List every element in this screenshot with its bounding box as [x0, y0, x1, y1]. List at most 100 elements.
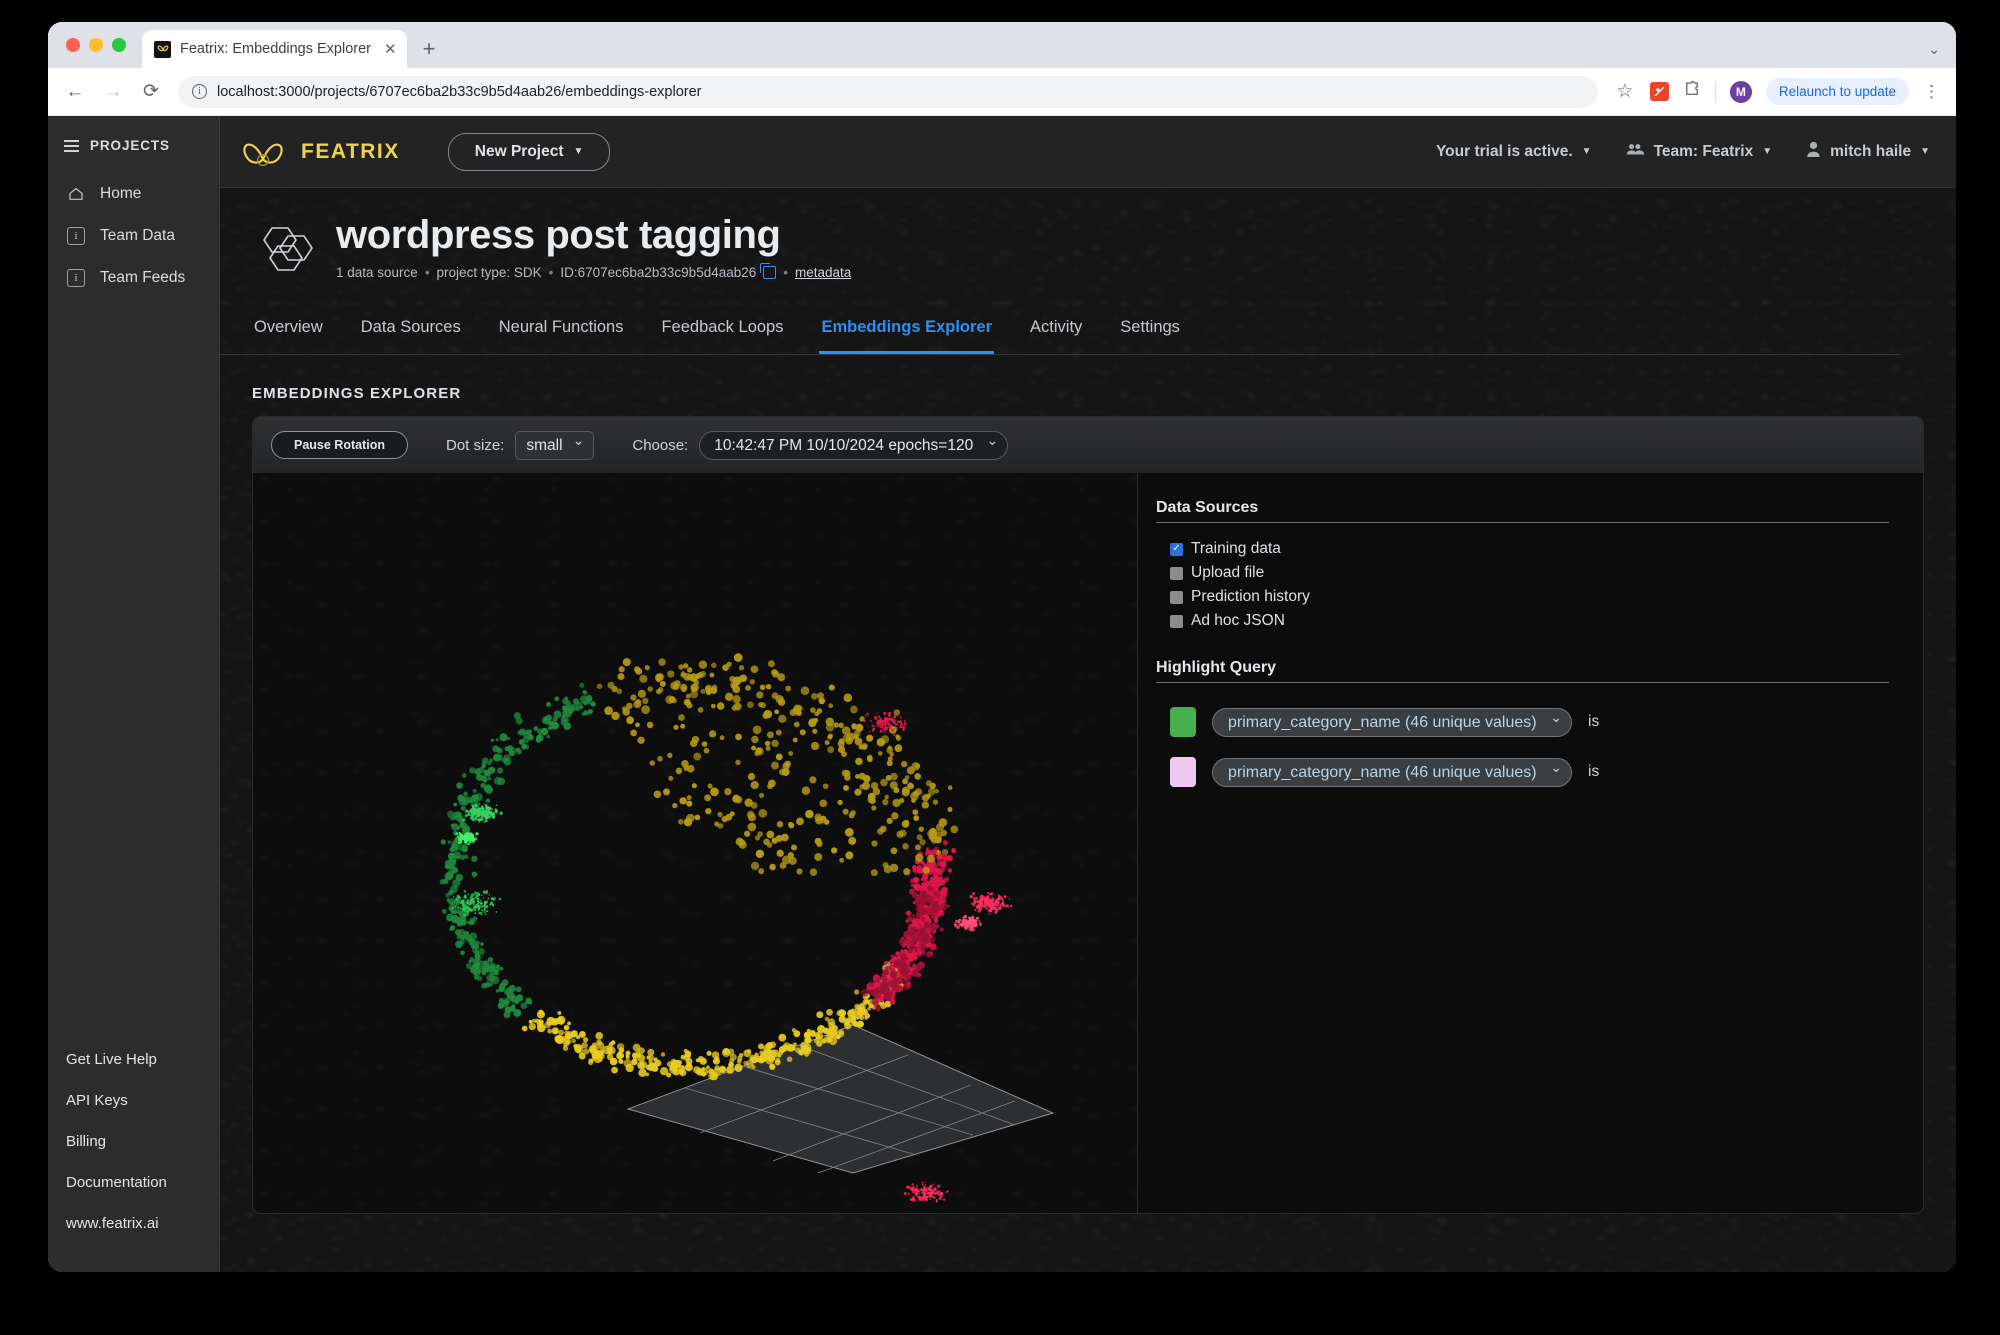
color-swatch-pink[interactable] — [1170, 757, 1196, 787]
project-header: wordpress post tagging 1 data source • p… — [220, 188, 1956, 284]
featrix-logo[interactable]: FEATRIX — [236, 132, 400, 172]
chevron-down-icon: ▼ — [1920, 146, 1930, 157]
checkbox-row-ad-hoc-json[interactable]: Ad hoc JSON — [1156, 609, 1889, 633]
address-bar-url: localhost:3000/projects/6707ec6ba2b33c9b… — [217, 83, 702, 100]
sidebar-link-billing[interactable]: Billing — [48, 1121, 219, 1162]
close-window-button[interactable] — [66, 38, 80, 52]
sidebar-link-api-keys[interactable]: API Keys — [48, 1080, 219, 1121]
separator: • — [548, 265, 554, 280]
profile-avatar[interactable]: M — [1729, 80, 1752, 103]
project-id: ID:6707ec6ba2b33c9b5d4aab26 — [560, 265, 757, 280]
user-name-label: mitch haile — [1830, 142, 1912, 160]
window-traffic-lights[interactable] — [62, 22, 134, 68]
reload-button[interactable]: ⟳ — [140, 80, 162, 103]
page-title: wordpress post tagging — [336, 213, 781, 257]
sidebar-link-get-live-help[interactable]: Get Live Help — [48, 1039, 219, 1080]
sidebar-item-label: Team Data — [100, 227, 175, 244]
minimize-window-button[interactable] — [89, 38, 103, 52]
project-hexagon-icon — [252, 218, 318, 284]
highlight-field-select-2[interactable]: primary_category_name (46 unique values) — [1212, 757, 1572, 787]
metadata-link[interactable]: metadata — [795, 265, 851, 280]
extension-icon[interactable] — [1649, 82, 1669, 101]
main-content: FEATRIX New Project ▼ Your trial is acti… — [220, 116, 1956, 1272]
separator: • — [783, 265, 788, 280]
checkbox-icon[interactable] — [1170, 566, 1183, 580]
sidebar-link-documentation[interactable]: Documentation — [48, 1162, 219, 1203]
team-icon — [1626, 142, 1645, 161]
copy-icon[interactable] — [760, 263, 777, 279]
embeddings-explorer-panel: Pause Rotation Dot size: small Choose: 1 — [252, 416, 1924, 1214]
back-button[interactable]: ← — [64, 81, 86, 103]
dot-size-label: Dot size: — [446, 436, 505, 454]
data-sources-title: Data Sources — [1156, 499, 1259, 516]
divider — [1156, 682, 1889, 683]
home-icon — [66, 184, 86, 204]
trial-status-dropdown[interactable]: Your trial is active. ▼ — [1436, 143, 1592, 161]
embedding-3d-canvas[interactable] — [253, 473, 1137, 1213]
app-top-navigation: FEATRIX New Project ▼ Your trial is acti… — [220, 116, 1956, 188]
browser-tab[interactable]: Featrix: Embeddings Explorer ✕ — [142, 30, 407, 68]
tab-feedback-loops[interactable]: Feedback Loops — [659, 310, 785, 354]
checkbox-icon[interactable] — [1170, 590, 1183, 604]
bookmark-star-icon[interactable]: ☆ — [1614, 80, 1636, 103]
pause-rotation-button[interactable]: Pause Rotation — [271, 431, 408, 459]
user-icon — [1806, 141, 1821, 162]
tab-overview[interactable]: Overview — [252, 310, 325, 354]
browser-menu-button[interactable]: ⋮ — [1923, 82, 1940, 102]
toolbar-actions: ☆ M Relaunch to update ⋮ — [1614, 78, 1940, 105]
forward-button[interactable]: → — [102, 81, 124, 103]
brand-name: FEATRIX — [301, 139, 400, 163]
puzzle-icon[interactable] — [1683, 80, 1701, 103]
maximize-window-button[interactable] — [112, 38, 126, 52]
sidebar-bottom-links: Get Live Help API Keys Billing Documenta… — [48, 1039, 219, 1272]
sidebar-item-home[interactable]: Home — [48, 173, 219, 215]
browser-tab-strip: Featrix: Embeddings Explorer ✕ + ⌄ — [48, 22, 1956, 68]
tab-settings[interactable]: Settings — [1118, 310, 1182, 354]
address-bar[interactable]: i localhost:3000/projects/6707ec6ba2b33c… — [178, 75, 1598, 108]
divider — [1156, 522, 1889, 523]
project-type: project type: SDK — [436, 265, 542, 280]
checkbox-label: Training data — [1191, 540, 1281, 557]
new-project-button[interactable]: New Project ▼ — [447, 132, 611, 171]
embedding-snapshot-select[interactable]: 10:42:47 PM 10/10/2024 epochs=120 — [699, 430, 1009, 460]
dot-size-select[interactable]: small — [515, 430, 595, 460]
site-info-icon[interactable]: i — [192, 84, 207, 99]
tab-neural-functions[interactable]: Neural Functions — [497, 310, 626, 354]
close-tab-button[interactable]: ✕ — [384, 40, 397, 58]
highlight-query-row-2: primary_category_name (46 unique values)… — [1156, 747, 1889, 797]
checkbox-icon[interactable] — [1170, 542, 1183, 556]
team-label: Team: Featrix — [1653, 142, 1754, 160]
window-expand-icon[interactable]: ⌄ — [1928, 41, 1940, 58]
explorer-toolbar: Pause Rotation Dot size: small Choose: 1 — [253, 417, 1923, 473]
relaunch-to-update-button[interactable]: Relaunch to update — [1765, 78, 1909, 105]
hamburger-icon[interactable] — [64, 139, 79, 152]
checkbox-icon[interactable] — [1170, 614, 1183, 628]
featrix-favicon — [154, 40, 171, 58]
project-tabs: Overview Data Sources Neural Functions F… — [220, 310, 1900, 355]
new-tab-button[interactable]: + — [423, 36, 436, 68]
info-icon: i — [66, 226, 86, 246]
tab-activity[interactable]: Activity — [1028, 310, 1084, 354]
checkbox-label: Upload file — [1191, 564, 1265, 581]
explorer-body: Data Sources Training data Upload file — [253, 473, 1923, 1213]
highlight-field-select-1[interactable]: primary_category_name (46 unique values) — [1212, 707, 1572, 737]
sidebar-link-website[interactable]: www.featrix.ai — [48, 1203, 219, 1244]
color-swatch-green[interactable] — [1170, 707, 1196, 737]
sidebar-item-team-feeds[interactable]: i Team Feeds — [48, 257, 219, 299]
user-menu[interactable]: mitch haile ▼ — [1806, 141, 1930, 162]
checkbox-row-training-data[interactable]: Training data — [1156, 537, 1889, 561]
chevron-down-icon: ▼ — [1762, 146, 1773, 157]
browser-toolbar: ← → ⟳ i localhost:3000/projects/6707ec6b… — [48, 68, 1956, 116]
tab-data-sources[interactable]: Data Sources — [359, 310, 463, 354]
checkbox-row-prediction-history[interactable]: Prediction history — [1156, 585, 1889, 609]
team-dropdown[interactable]: Team: Featrix ▼ — [1626, 142, 1773, 161]
sidebar-projects-header[interactable]: PROJECTS — [48, 116, 219, 173]
left-sidebar: PROJECTS Home i Team Data i Team Feeds G… — [48, 116, 220, 1272]
checkbox-row-upload-file[interactable]: Upload file — [1156, 561, 1889, 585]
separator: • — [424, 265, 430, 280]
grid-floor-plane — [626, 1024, 1055, 1174]
checkbox-label: Ad hoc JSON — [1191, 612, 1285, 629]
sidebar-item-team-data[interactable]: i Team Data — [48, 215, 219, 257]
tab-embeddings-explorer[interactable]: Embeddings Explorer — [819, 310, 995, 354]
section-title: EMBEDDINGS EXPLORER — [252, 385, 462, 402]
